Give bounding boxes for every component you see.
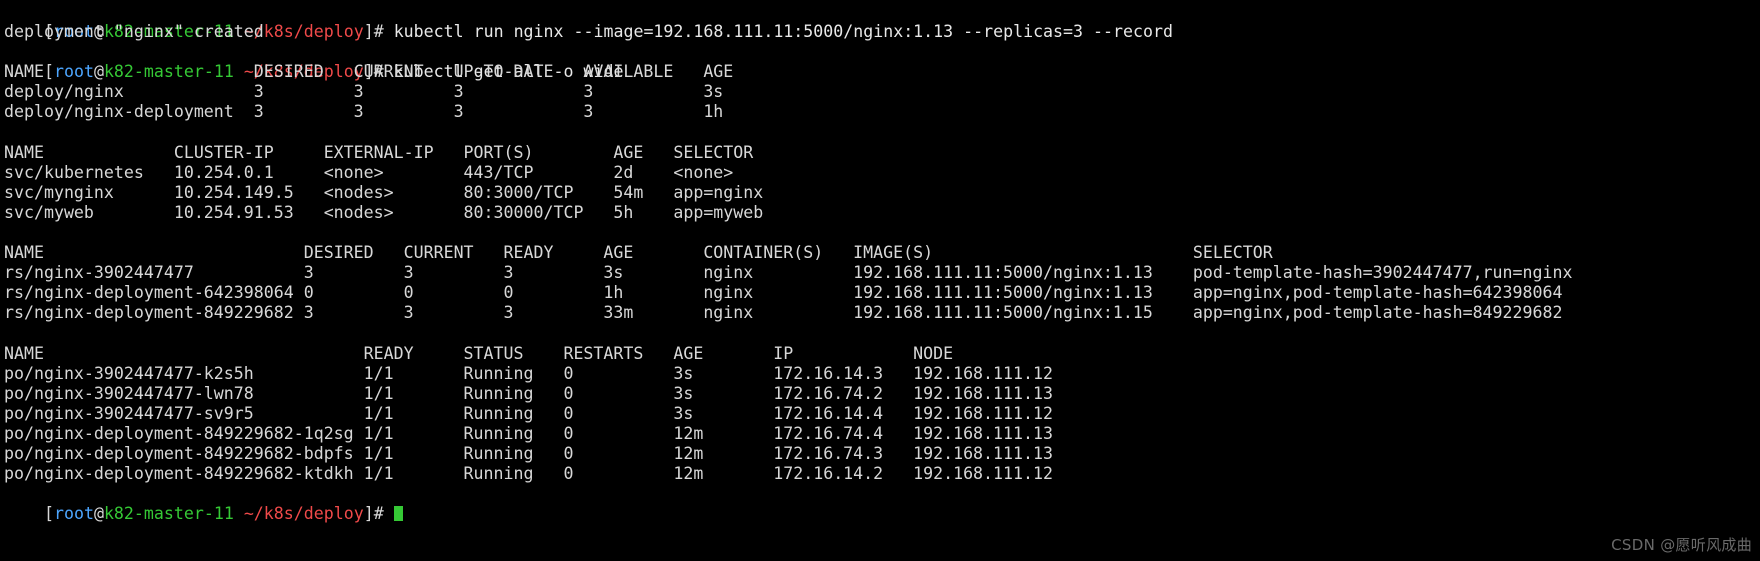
prompt-at-symbol: @ <box>93 504 104 524</box>
terminal-window[interactable]: [root@k82-master-11 ~/k8s/deploy]# kubec… <box>0 0 1760 561</box>
table-row: po/nginx-3902447477-sv9r5 1/1 Running 0 … <box>4 403 1053 423</box>
services-table-header: NAME CLUSTER-IP EXTERNAL-IP PORT(S) AGE … <box>4 142 754 162</box>
watermark-text: CSDN @愿听风成曲 <box>1611 536 1752 554</box>
table-row: deploy/nginx-deployment 3 3 3 3 1h <box>4 102 724 122</box>
terminal-cursor[interactable] <box>393 506 404 522</box>
table-row: po/nginx-deployment-849229682-bdpfs 1/1 … <box>4 444 1053 464</box>
table-row: po/nginx-3902447477-lwn78 1/1 Running 0 … <box>4 383 1053 403</box>
prompt-path: ~/k8s/deploy <box>243 504 364 524</box>
table-row: svc/mynginx 10.254.149.5 <nodes> 80:3000… <box>4 182 764 202</box>
table-row: svc/myweb 10.254.91.53 <nodes> 80:30000/… <box>4 202 764 222</box>
table-row: rs/nginx-deployment-849229682 3 3 3 33m … <box>4 303 1563 323</box>
terminal-line-prompt-active[interactable]: [root@k82-master-11 ~/k8s/deploy]# <box>4 484 1760 523</box>
terminal-line-prompt-command: [root@k82-master-11 ~/k8s/deploy]# kubec… <box>4 2 1760 41</box>
replicasets-table-header: NAME DESIRED CURRENT READY AGE CONTAINER… <box>4 243 1273 263</box>
prompt-trailing-space <box>384 504 394 523</box>
prompt-close-bracket: ]# <box>363 504 384 524</box>
table-row: rs/nginx-3902447477 3 3 3 3s nginx 192.1… <box>4 263 1573 283</box>
prompt-close-bracket: ]# <box>363 22 384 42</box>
deployments-table-header: NAME DESIRED CURRENT UP-TO-DATE AVAILABL… <box>4 62 734 82</box>
prompt-user: root <box>53 504 94 524</box>
pods-table-header: NAME READY STATUS RESTARTS AGE IP NODE <box>4 343 954 363</box>
prompt-trailing-space <box>384 22 394 41</box>
table-row: deploy/nginx 3 3 3 3 3s <box>4 82 724 102</box>
prompt-host: k82-master-11 <box>103 504 234 524</box>
table-row: po/nginx-deployment-849229682-ktdkh 1/1 … <box>4 464 1053 484</box>
terminal-line-prompt-command-2: [root@k82-master-11 ~/k8s/deploy]# kubec… <box>4 42 1760 81</box>
prompt-open-bracket: [ <box>43 504 54 524</box>
table-row: po/nginx-3902447477-k2s5h 1/1 Running 0 … <box>4 363 1053 383</box>
table-row: po/nginx-deployment-849229682-1q2sg 1/1 … <box>4 423 1053 443</box>
table-row: svc/kubernetes 10.254.0.1 <none> 443/TCP… <box>4 162 734 182</box>
command-run-nginx: kubectl run nginx --image=192.168.111.11… <box>393 22 1173 42</box>
table-row: rs/nginx-deployment-642398064 0 0 0 1h n… <box>4 283 1563 303</box>
